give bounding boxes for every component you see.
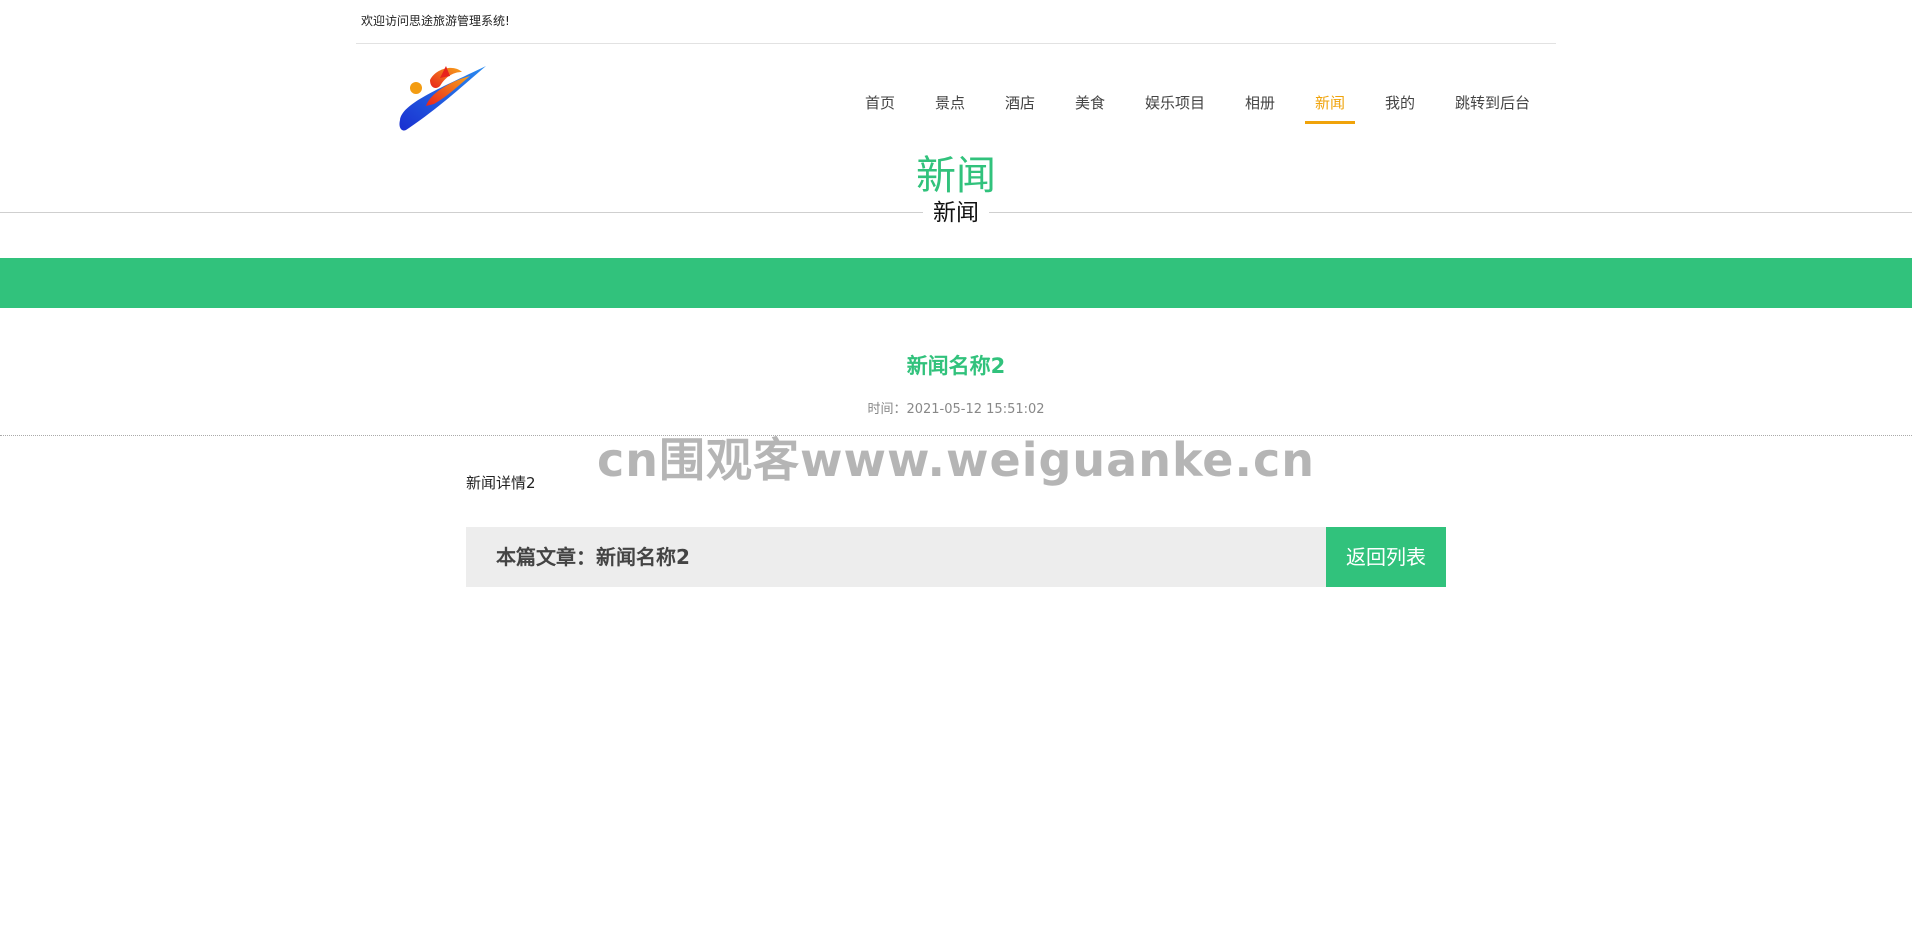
back-to-list-button[interactable]: 返回列表 [1326, 527, 1446, 587]
section-subtitle-wrap: 新闻 [0, 196, 1912, 230]
news-time-label: 时间： [867, 402, 907, 417]
brand-logo[interactable] [396, 60, 490, 134]
watermark: cn围观客www.weiguanke.cn [596, 433, 1315, 487]
news-title: 新闻名称2 [906, 354, 1006, 378]
nav-item-hotels[interactable]: 酒店 [1005, 92, 1035, 124]
top-bar: 欢迎访问思途旅游管理系统! [356, 0, 1556, 44]
nav-item-mine[interactable]: 我的 [1385, 92, 1415, 124]
news-body: 新闻详情2 [466, 474, 536, 492]
section-subtitle: 新闻 [923, 196, 989, 230]
news-time-value: 2021-05-12 15:51:02 [906, 402, 1045, 417]
nav-item-entertainment[interactable]: 娱乐项目 [1145, 92, 1205, 124]
banner-bar [0, 258, 1912, 308]
nav-item-attractions[interactable]: 景点 [935, 92, 965, 124]
section-title: 新闻 [916, 153, 996, 199]
article-label: 本篇文章：新闻名称2 [496, 545, 690, 569]
nav-item-food[interactable]: 美食 [1075, 92, 1105, 124]
nav-item-news[interactable]: 新闻 [1304, 92, 1356, 124]
nav-item-album[interactable]: 相册 [1245, 92, 1275, 124]
news-time: 时间：2021-05-12 15:51:02 [0, 398, 1912, 417]
welcome-text: 欢迎访问思途旅游管理系统! [361, 14, 510, 28]
nav-item-admin[interactable]: 跳转到后台 [1455, 92, 1530, 124]
nav-item-home[interactable]: 首页 [865, 92, 895, 124]
article-bar: 本篇文章：新闻名称2 返回列表 [466, 527, 1446, 587]
